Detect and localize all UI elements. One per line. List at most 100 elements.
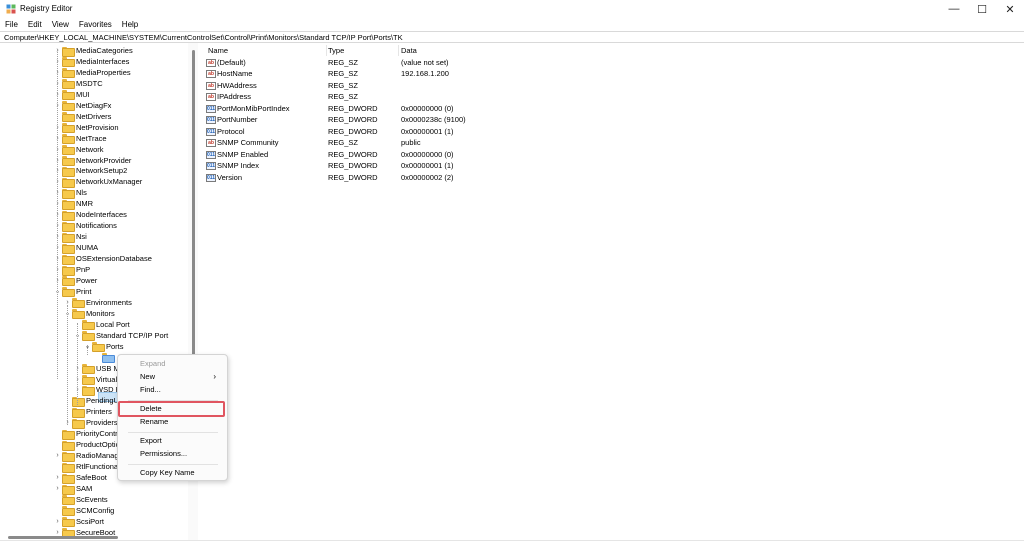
column-divider[interactable]	[398, 45, 399, 56]
value-row[interactable]: ab HostName REG_SZ 192.168.1.200	[202, 68, 802, 79]
tree-node[interactable]: › NodeInterfaces	[53, 209, 127, 221]
value-row[interactable]: ab HWAddress REG_SZ	[202, 80, 802, 91]
menu-file[interactable]: File	[0, 18, 23, 31]
menu-item-export[interactable]: Export	[140, 436, 162, 446]
tree-node[interactable]: › SAM	[53, 483, 92, 495]
value-row[interactable]: 011 PortMonMibPortIndex REG_DWORD 0x0000000…	[202, 103, 802, 114]
tree-node[interactable]: › NetDiagFx	[53, 100, 111, 112]
column-header-type[interactable]: Type	[328, 46, 344, 55]
chevron-right-icon[interactable]: ›	[53, 450, 62, 461]
value-row[interactable]: 011 PortNumber REG_DWORD 0x0000238c (9100)	[202, 114, 802, 125]
tree-node-label: MediaCategories	[76, 46, 133, 55]
tree-node[interactable]: PriorityContro	[53, 428, 122, 440]
value-row[interactable]: 011 Version REG_DWORD 0x00000002 (2)	[202, 172, 802, 183]
value-row[interactable]: ab SNMP Community REG_SZ public	[202, 137, 802, 148]
tree-node[interactable]: › MediaCategories	[53, 45, 133, 57]
tree-node[interactable]: Local Port	[73, 319, 130, 331]
tree-node[interactable]: › Power	[53, 275, 97, 287]
status-divider	[0, 540, 1024, 541]
value-row[interactable]: 011 SNMP Enabled REG_DWORD 0x00000000 (0)	[202, 149, 802, 160]
tree-node-label: Monitors	[86, 308, 115, 318]
tree-node[interactable]: NetDrivers	[53, 111, 111, 123]
maximize-icon[interactable]: ☐	[968, 2, 996, 16]
column-header-data[interactable]: Data	[401, 46, 417, 55]
tree-node[interactable]: › Network	[53, 144, 104, 156]
menu-view[interactable]: View	[47, 18, 74, 31]
tree-node[interactable]: › SafeBoot	[53, 472, 107, 484]
menu-item-rename[interactable]: Rename	[140, 417, 168, 427]
tree-node[interactable]: › NMR	[53, 198, 93, 210]
menu-item-new[interactable]: New ›	[140, 372, 224, 382]
tree-node[interactable]: › MediaProperties	[53, 67, 131, 79]
tree-node[interactable]: RtlFunctional	[53, 461, 120, 473]
tree-node[interactable]: › NetworkUxManager	[53, 176, 142, 188]
tree-node[interactable]: SCMConfig	[53, 505, 114, 517]
value-data: 0x00000001 (1)	[401, 161, 454, 171]
menu-item-find[interactable]: Find...	[140, 385, 161, 395]
tree-node[interactable]: › MUI	[53, 89, 90, 101]
tree-node[interactable]: › Notifications	[53, 220, 117, 232]
chevron-right-icon[interactable]: ›	[53, 516, 62, 527]
chevron-right-icon[interactable]: ›	[53, 472, 62, 483]
tree-node[interactable]: › MSDTC	[53, 78, 103, 90]
tree-node[interactable]: › Environments	[63, 297, 132, 309]
value-row[interactable]: ab IPAddress REG_SZ	[202, 91, 802, 102]
tree-node[interactable]: ProductOptio	[53, 439, 120, 451]
tree-node[interactable]: › Providers	[63, 417, 118, 429]
tree-node[interactable]: ⌄ Monitors	[63, 308, 115, 320]
tree-node[interactable]: › RadioManage	[53, 450, 123, 462]
tree-node[interactable]: › Virtual	[73, 374, 117, 385]
close-icon[interactable]: ✕	[996, 2, 1024, 16]
value-type: REG_SZ	[328, 69, 359, 79]
folder-icon	[62, 495, 75, 506]
tree-node[interactable]: ⌄ Ports	[83, 341, 124, 353]
tree-node-label: ProductOptio	[76, 440, 120, 450]
tree-node[interactable]: ScEvents	[53, 494, 108, 506]
address-bar[interactable]: Computer\HKEY_LOCAL_MACHINE\SYSTEM\Curre…	[0, 31, 1024, 43]
value-list[interactable]: Name Type Data ab (Default) REG_SZ (value n…	[202, 43, 1024, 540]
tree-node[interactable]: › NetworkSetup2	[53, 165, 127, 177]
menu-help[interactable]: Help	[117, 18, 143, 31]
minimize-icon[interactable]: —	[940, 2, 968, 16]
reg-binary-icon: 011	[206, 162, 216, 171]
value-type: REG_DWORD	[328, 172, 378, 182]
tree-node[interactable]: Printers	[63, 406, 112, 418]
tree-node[interactable]: › Nsi	[53, 231, 87, 243]
tree-horizontal-scrollbar-thumb[interactable]	[8, 536, 118, 539]
tree-node[interactable]: › OSExtensionDatabase	[53, 253, 152, 265]
value-row[interactable]: 011 Protocol REG_DWORD 0x00000001 (1)	[202, 126, 802, 137]
value-row[interactable]: ab (Default) REG_SZ (value not set)	[202, 57, 802, 68]
column-divider[interactable]	[326, 45, 327, 56]
tree-node-label: MediaInterfaces	[76, 56, 130, 66]
tree-node[interactable]: › ScsiPort	[53, 516, 104, 528]
tree-node[interactable]: › MediaInterfaces	[53, 56, 130, 68]
value-name: HWAddress	[217, 80, 257, 90]
folder-icon	[92, 342, 105, 353]
tree-scrollbar-thumb[interactable]	[192, 50, 195, 370]
menu-favorites[interactable]: Favorites	[74, 18, 117, 31]
chevron-right-icon[interactable]: ›	[53, 483, 62, 494]
tree-node-label: MediaProperties	[76, 67, 131, 77]
folder-icon	[72, 309, 85, 320]
menu-edit[interactable]: Edit	[23, 18, 47, 31]
tree-node[interactable]: ⌄ Standard TCP/IP Port	[73, 330, 168, 342]
column-header-name[interactable]: Name	[208, 46, 228, 55]
folder-icon	[82, 385, 95, 396]
tree-node[interactable]: › Nls	[53, 187, 87, 199]
tree-node[interactable]: PendingUp	[63, 395, 123, 407]
menu-item-permissions[interactable]: Permissions...	[140, 449, 187, 459]
menu-item-copy-key-name[interactable]: Copy Key Name	[140, 468, 195, 478]
folder-icon	[82, 320, 95, 331]
menu-item-expand[interactable]: Expand	[140, 359, 165, 369]
folder-icon	[62, 221, 75, 232]
tree-node[interactable]: ⌄ Print	[53, 286, 91, 298]
folder-icon	[82, 364, 95, 375]
value-row[interactable]: 011 SNMP Index REG_DWORD 0x00000001 (1)	[202, 160, 802, 171]
tree-node[interactable]: › NetTrace	[53, 133, 107, 145]
tree-node[interactable]: › NetworkProvider	[53, 155, 131, 166]
value-type: REG_DWORD	[328, 126, 378, 136]
value-data: 192.168.1.200	[401, 69, 449, 79]
tree-node[interactable]: › PnP	[53, 264, 90, 276]
tree-node[interactable]: › NUMA	[53, 242, 98, 254]
tree-node[interactable]: › NetProvision	[53, 122, 119, 134]
